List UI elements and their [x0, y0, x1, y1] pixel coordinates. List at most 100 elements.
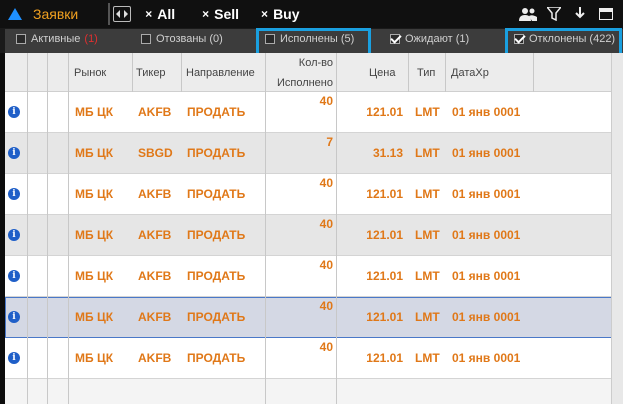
info-icon[interactable]: i	[8, 147, 20, 159]
table-row[interactable]: i МБ ЦК AKFB ПРОДАТЬ 40 121.01 LMT 01 янв 0001	[5, 297, 623, 338]
cell-price: 31.13	[372, 146, 403, 160]
column-divider	[68, 53, 69, 404]
cell-market: МБ ЦК	[75, 269, 114, 283]
minimize-icon[interactable]	[597, 5, 615, 23]
cell-type: LMT	[415, 310, 440, 324]
users-icon[interactable]	[519, 5, 537, 23]
cell-qty: 40	[319, 94, 333, 108]
table-row[interactable]: i МБ ЦК AKFB ПРОДАТЬ 40 121.01 LMT 01 янв 0001	[5, 215, 623, 256]
triangle-up-icon[interactable]	[8, 8, 22, 20]
filter-pending[interactable]: Ожидают (1)	[390, 33, 469, 45]
cell-direction: ПРОДАТЬ	[187, 228, 246, 242]
cell-type: LMT	[415, 228, 440, 242]
divider	[108, 3, 111, 25]
column-divider	[408, 53, 409, 92]
column-divider	[27, 53, 28, 404]
column-header-qty[interactable]: Кол-во	[273, 57, 333, 69]
filter-sell-button[interactable]: × Sell	[202, 6, 239, 22]
window-title: Заявки	[33, 6, 79, 22]
table-row[interactable]: i МБ ЦК AKFB ПРОДАТЬ 40 121.01 LMT 01 янв 0001	[5, 174, 623, 215]
cell-direction: ПРОДАТЬ	[187, 269, 246, 283]
cell-type: LMT	[415, 187, 440, 201]
column-header-direction[interactable]: Направление	[186, 67, 255, 79]
column-divider	[265, 53, 266, 404]
checkbox-checked[interactable]	[390, 34, 400, 44]
filter-cancelled[interactable]: Отозваны (0)	[141, 33, 223, 45]
cell-direction: ПРОДАТЬ	[187, 105, 246, 119]
checkbox[interactable]	[141, 34, 151, 44]
filter-buy-button[interactable]: × Buy	[261, 6, 299, 22]
cell-ticker: AKFB	[138, 269, 172, 283]
column-header-qty-sub: Исполнено	[276, 77, 333, 89]
info-icon[interactable]: i	[8, 188, 20, 200]
info-icon[interactable]: i	[8, 270, 20, 282]
table-row[interactable]: i МБ ЦК SBGD ПРОДАТЬ 7 31.13 LMT 01 янв 0001	[5, 133, 623, 174]
cell-ticker: AKFB	[138, 351, 172, 365]
filter-active[interactable]: Активные (1)	[16, 33, 98, 45]
cell-qty: 40	[319, 176, 333, 190]
cell-market: МБ ЦК	[75, 105, 114, 119]
cell-direction: ПРОДАТЬ	[187, 146, 246, 160]
expand-icon[interactable]	[113, 6, 132, 22]
info-icon[interactable]: i	[8, 229, 20, 241]
cell-type: LMT	[415, 105, 440, 119]
cell-direction: ПРОДАТЬ	[187, 310, 246, 324]
cell-market: МБ ЦК	[75, 228, 114, 242]
vertical-scrollbar[interactable]	[611, 53, 623, 404]
cell-qty: 40	[319, 299, 333, 313]
cell-date: 01 янв 0001	[452, 105, 521, 119]
title-bar: Заявки × All × Sell × Buy	[0, 0, 623, 28]
cell-direction: ПРОДАТЬ	[187, 187, 246, 201]
cell-date: 01 янв 0001	[452, 269, 521, 283]
cell-market: МБ ЦК	[75, 146, 114, 160]
table-row[interactable]: i МБ ЦК AKFB ПРОДАТЬ 40 121.01 LMT 01 янв 0001	[5, 338, 623, 379]
cell-ticker: SBGD	[138, 146, 173, 160]
window-controls	[519, 5, 615, 23]
checkbox[interactable]	[16, 34, 26, 44]
column-divider	[336, 53, 337, 404]
cell-price: 121.01	[366, 187, 403, 201]
cell-market: МБ ЦК	[75, 351, 114, 365]
cell-qty: 40	[319, 217, 333, 231]
column-header-date[interactable]: ДатаХр	[451, 67, 489, 79]
column-divider	[47, 53, 48, 404]
cell-ticker: AKFB	[138, 187, 172, 201]
info-icon[interactable]: i	[8, 352, 20, 364]
table-header: Рынок Тикер Направление Кол-во Исполнено…	[5, 53, 623, 92]
column-header-market[interactable]: Рынок	[74, 67, 106, 79]
cell-date: 01 янв 0001	[452, 310, 521, 324]
download-icon[interactable]	[571, 5, 589, 23]
cell-price: 121.01	[366, 105, 403, 119]
cell-qty: 40	[319, 258, 333, 272]
cell-type: LMT	[415, 351, 440, 365]
table-row[interactable]: i МБ ЦК AKFB ПРОДАТЬ 40 121.01 LMT 01 янв 0001	[5, 256, 623, 297]
cell-price: 121.01	[366, 310, 403, 324]
column-header-ticker[interactable]: Тикер	[136, 67, 166, 79]
cell-qty: 40	[319, 340, 333, 354]
cell-price: 121.01	[366, 269, 403, 283]
cell-price: 121.01	[366, 351, 403, 365]
cell-ticker: AKFB	[138, 228, 172, 242]
cell-date: 01 янв 0001	[452, 187, 521, 201]
table-row[interactable]: i МБ ЦК AKFB ПРОДАТЬ 40 121.01 LMT 01 янв 0001	[5, 92, 623, 133]
column-divider	[533, 53, 534, 92]
cell-qty: 7	[326, 135, 333, 149]
filter-all-button[interactable]: × All	[145, 6, 175, 22]
cell-date: 01 янв 0001	[452, 351, 521, 365]
cell-market: МБ ЦК	[75, 187, 114, 201]
cell-type: LMT	[415, 269, 440, 283]
column-header-type[interactable]: Тип	[417, 67, 435, 79]
cell-market: МБ ЦК	[75, 310, 114, 324]
cell-type: LMT	[415, 146, 440, 160]
cell-price: 121.01	[366, 228, 403, 242]
cell-date: 01 янв 0001	[452, 146, 521, 160]
cell-direction: ПРОДАТЬ	[187, 351, 246, 365]
column-divider	[181, 53, 182, 92]
info-icon[interactable]: i	[8, 311, 20, 323]
cell-date: 01 янв 0001	[452, 228, 521, 242]
info-icon[interactable]: i	[8, 106, 20, 118]
filter-icon[interactable]	[545, 5, 563, 23]
orders-table: Рынок Тикер Направление Кол-во Исполнено…	[5, 53, 623, 404]
cell-ticker: AKFB	[138, 310, 172, 324]
column-header-price[interactable]: Цена	[369, 67, 395, 79]
